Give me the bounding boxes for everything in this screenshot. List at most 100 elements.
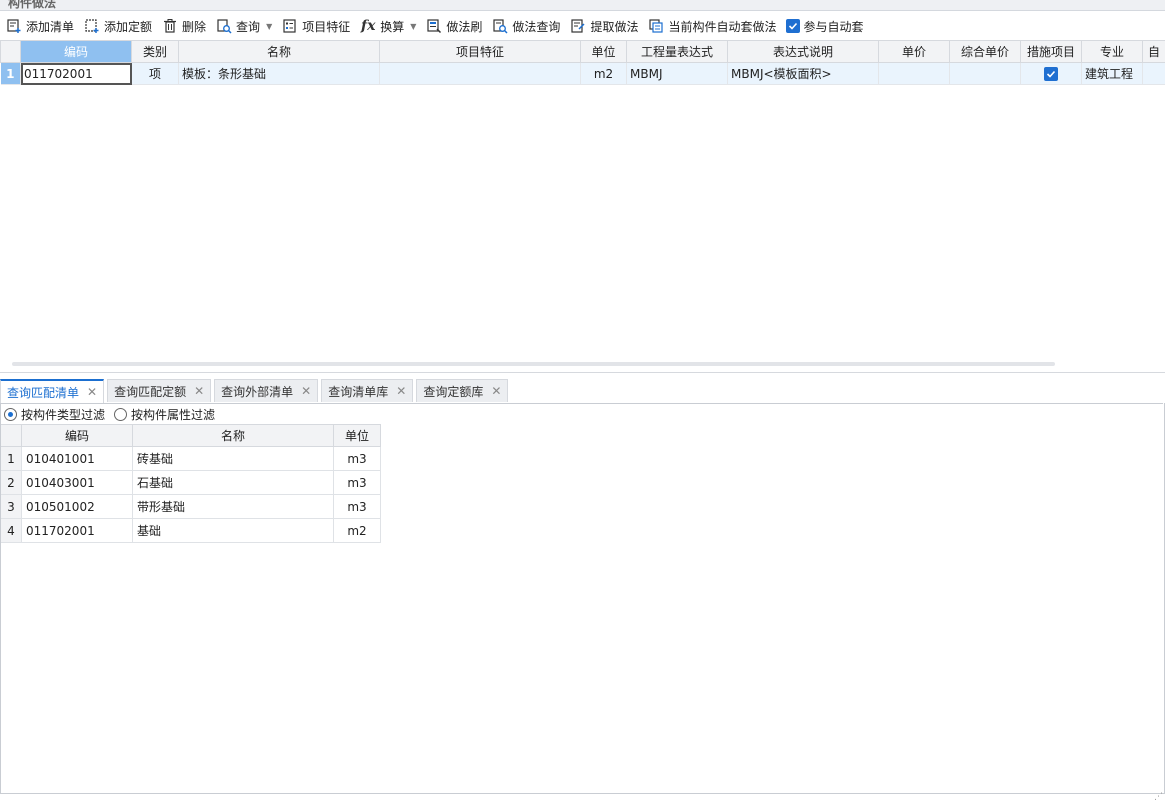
method-brush-button[interactable]: 做法刷 [420,12,486,40]
item-feature-button[interactable]: 项目特征 [276,12,354,40]
grid-header-row: 编码 类别 名称 项目特征 单位 工程量表达式 表达式说明 单价 综合单价 措施… [0,40,1165,63]
toolbar: 添加清单 添加定额 删除 查询 ▼ 项目特征 fx 换算 ▼ 做法刷 做法查询 … [0,12,1165,40]
trash-icon [162,18,178,34]
close-icon[interactable]: ✕ [491,384,501,398]
extract-method-button[interactable]: 提取做法 [564,12,642,40]
convert-button[interactable]: fx 换算 ▼ [354,12,420,40]
header-auto[interactable]: 自 [1142,40,1165,63]
header-major[interactable]: 专业 [1081,40,1143,63]
match-list-grid: 编码 名称 单位 1 010401001 砖基础 m3 2 010403001 … [0,424,381,543]
extract-icon [570,18,586,34]
close-icon[interactable]: ✕ [301,384,311,398]
filter-options: 按构件类型过滤 按构件属性过滤 [4,405,224,423]
table-row[interactable]: 1 011702001 项 模板：条形基础 m2 MBMJ MBMJ<模板面积>… [0,62,1165,85]
header-unit[interactable]: 单位 [580,40,627,63]
row-number[interactable]: 1 [0,62,21,85]
method-query-button[interactable]: 做法查询 [486,12,564,40]
cell-name[interactable]: 石基础 [132,470,334,495]
panel-title-bar: 构件做法 [0,0,1165,11]
row-number: 1 [0,446,22,471]
panel-title: 构件做法 [8,0,57,10]
checkbox-checked-icon[interactable] [786,19,801,33]
cell-code[interactable]: 011702001 [21,518,133,543]
cell-unit[interactable]: m3 [333,446,381,471]
header-expr-desc[interactable]: 表达式说明 [727,40,879,63]
fx-icon: fx [361,18,376,34]
header-code[interactable]: 编码 [21,424,133,447]
auto-apply-checkbox[interactable]: 参与自动套 [780,12,867,40]
cell-name[interactable]: 基础 [132,518,334,543]
auto-method-icon [648,18,664,34]
chevron-down-icon[interactable]: ▼ [266,22,272,31]
cell-unit[interactable]: m2 [580,62,627,85]
tab-external-list[interactable]: 查询外部清单 ✕ [214,379,319,402]
checkbox-checked-icon[interactable] [1044,66,1058,81]
table-row[interactable]: 2 010403001 石基础 m3 [0,470,381,495]
radio-selected-icon[interactable] [4,407,17,421]
header-total-price[interactable]: 综合单价 [949,40,1021,63]
header-code[interactable]: 编码 [20,40,132,63]
chevron-down-icon[interactable]: ▼ [410,22,416,31]
delete-button[interactable]: 删除 [156,12,210,40]
header-feature[interactable]: 项目特征 [379,40,581,63]
add-quota-icon [84,18,100,34]
cell-unit[interactable]: m3 [333,494,381,519]
radio-unselected-icon[interactable] [114,407,128,421]
close-icon[interactable]: ✕ [87,385,97,399]
table-row[interactable]: 3 010501002 带形基础 m3 [0,494,381,519]
cell-code[interactable]: 010401001 [21,446,133,471]
header-type[interactable]: 类别 [131,40,179,63]
filter-by-type-radio[interactable]: 按构件类型过滤 [4,406,105,423]
cell-code[interactable]: 010403001 [21,470,133,495]
header-measure[interactable]: 措施项目 [1020,40,1082,63]
resize-grip-icon[interactable]: ⋰ [1154,792,1163,802]
cell-total-price[interactable] [949,62,1021,85]
filter-by-attr-radio[interactable]: 按构件属性过滤 [114,406,215,423]
row-number-header[interactable] [0,40,21,63]
query-icon [216,18,232,34]
row-number-header[interactable] [0,424,22,447]
query-tabs: 查询匹配清单 ✕ 查询匹配定额 ✕ 查询外部清单 ✕ 查询清单库 ✕ 查询定额库 ✕ [0,379,511,403]
table-row[interactable]: 4 011702001 基础 m2 [0,518,381,543]
row-number: 4 [0,518,22,543]
add-list-icon [6,18,22,34]
cell-code[interactable]: 010501002 [21,494,133,519]
header-name[interactable]: 名称 [132,424,334,447]
cell-measure[interactable] [1020,62,1082,85]
cell-auto[interactable] [1142,62,1165,85]
method-query-icon [492,18,508,34]
cell-type[interactable]: 项 [131,62,179,85]
horizontal-scrollbar[interactable] [12,362,1055,366]
cell-name[interactable]: 砖基础 [132,446,334,471]
cell-name[interactable]: 模板：条形基础 [178,62,380,85]
cell-unit[interactable]: m2 [333,518,381,543]
add-list-button[interactable]: 添加清单 [0,12,78,40]
current-auto-method-button[interactable]: 当前构件自动套做法 [642,12,780,40]
cell-unit[interactable]: m3 [333,470,381,495]
row-number: 2 [0,470,22,495]
cell-expr[interactable]: MBMJ [626,62,728,85]
cell-feature[interactable] [379,62,581,85]
tab-quota-library[interactable]: 查询定额库 ✕ [416,379,509,402]
table-row[interactable]: 1 010401001 砖基础 m3 [0,446,381,471]
query-button[interactable]: 查询 ▼ [210,12,276,40]
pane-divider[interactable] [0,372,1165,373]
cell-major[interactable]: 建筑工程 [1081,62,1143,85]
header-expr[interactable]: 工程量表达式 [626,40,728,63]
close-icon[interactable]: ✕ [194,384,204,398]
add-quota-button[interactable]: 添加定额 [78,12,156,40]
close-icon[interactable]: ✕ [396,384,406,398]
tab-list-library[interactable]: 查询清单库 ✕ [321,379,414,402]
grid-header-row: 编码 名称 单位 [0,424,381,447]
feature-icon [282,18,298,34]
cell-name[interactable]: 带形基础 [132,494,334,519]
tab-match-list[interactable]: 查询匹配清单 ✕ [0,379,105,403]
header-name[interactable]: 名称 [178,40,380,63]
row-number: 3 [0,494,22,519]
cell-price[interactable] [878,62,950,85]
tab-match-quota[interactable]: 查询匹配定额 ✕ [107,379,212,402]
cell-code[interactable]: 011702001 [20,62,132,85]
header-price[interactable]: 单价 [878,40,950,63]
header-unit[interactable]: 单位 [333,424,381,447]
cell-expr-desc[interactable]: MBMJ<模板面积> [727,62,879,85]
